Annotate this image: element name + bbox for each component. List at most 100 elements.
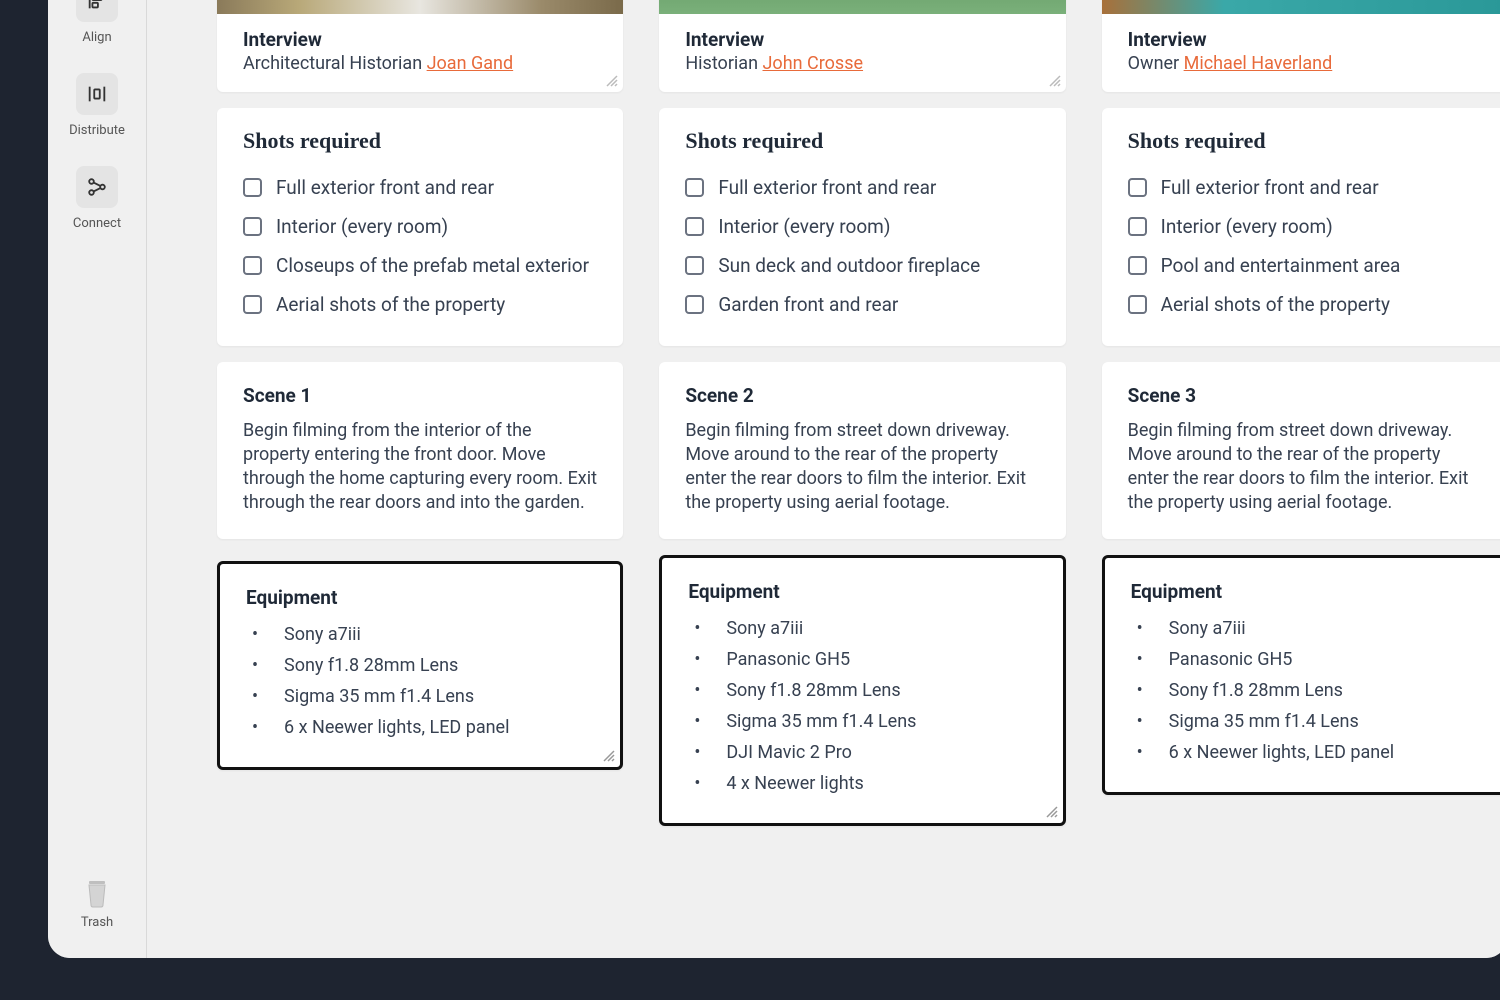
align-label: Align xyxy=(82,30,111,45)
equipment-item: Sony f1.8 28mm Lens xyxy=(1131,675,1479,706)
equipment-card[interactable]: EquipmentSony a7iiiPanasonic GH5Sony f1.… xyxy=(659,555,1065,826)
shots-card[interactable]: Shots required Full exterior front and re… xyxy=(659,108,1065,346)
checkbox[interactable] xyxy=(685,217,704,236)
shot-label: Aerial shots of the property xyxy=(1161,293,1390,316)
resize-handle-icon[interactable] xyxy=(1048,74,1062,88)
checkbox[interactable] xyxy=(1128,256,1147,275)
shot-label: Garden front and rear xyxy=(718,293,898,316)
interview-role: Historian John Crosse xyxy=(685,53,1039,74)
shot-item: Sun deck and outdoor fireplace xyxy=(685,246,1039,285)
shot-item: Closeups of the prefab metal exterior xyxy=(243,246,597,285)
equipment-heading: Equipment xyxy=(1131,580,1479,603)
resize-handle-icon[interactable] xyxy=(605,74,619,88)
checkbox[interactable] xyxy=(1128,178,1147,197)
equipment-item: Sony f1.8 28mm Lens xyxy=(246,650,594,681)
scene-card[interactable]: Scene 1 Begin filming from the interior o… xyxy=(217,362,623,539)
interview-card[interactable]: InterviewOwner Michael Haverland xyxy=(1102,0,1500,92)
connect-tool[interactable]: Connect xyxy=(73,166,121,231)
checkbox[interactable] xyxy=(243,178,262,197)
equipment-item: Sony f1.8 28mm Lens xyxy=(688,675,1036,706)
property-photo xyxy=(659,0,1065,14)
column-1: InterviewArchitectural Historian Joan Ga… xyxy=(217,0,623,826)
checkbox[interactable] xyxy=(243,256,262,275)
scene-card[interactable]: Scene 2 Begin filming from street down dr… xyxy=(659,362,1065,539)
equipment-heading: Equipment xyxy=(246,586,594,609)
checkbox[interactable] xyxy=(1128,295,1147,314)
equipment-heading: Equipment xyxy=(688,580,1036,603)
interviewee-link[interactable]: Joan Gand xyxy=(427,53,514,74)
equipment-item: Panasonic GH5 xyxy=(688,644,1036,675)
shot-item: Pool and entertainment area xyxy=(1128,246,1482,285)
trash-tool[interactable]: Trash xyxy=(48,875,146,930)
equipment-item: Panasonic GH5 xyxy=(1131,644,1479,675)
equipment-item: 6 x Neewer lights, LED panel xyxy=(246,712,594,743)
interview-card[interactable]: InterviewArchitectural Historian Joan Ga… xyxy=(217,0,623,92)
shot-item: Full exterior front and rear xyxy=(243,168,597,207)
toolbar: Align Distribute Connect xyxy=(48,0,146,958)
checkbox[interactable] xyxy=(243,295,262,314)
shot-item: Full exterior front and rear xyxy=(1128,168,1482,207)
equipment-item: Sigma 35 mm f1.4 Lens xyxy=(246,681,594,712)
equipment-card[interactable]: EquipmentSony a7iiiPanasonic GH5Sony f1.… xyxy=(1102,555,1500,795)
connect-icon xyxy=(86,176,108,198)
shot-label: Sun deck and outdoor fireplace xyxy=(718,254,980,277)
shots-heading: Shots required xyxy=(243,128,597,154)
connect-label: Connect xyxy=(73,216,121,231)
equipment-item: 4 x Neewer lights xyxy=(688,768,1036,799)
shot-item: Full exterior front and rear xyxy=(685,168,1039,207)
checkbox[interactable] xyxy=(685,256,704,275)
scene-card[interactable]: Scene 3 Begin filming from street down dr… xyxy=(1102,362,1500,539)
distribute-tool[interactable]: Distribute xyxy=(69,73,125,138)
scene-heading: Scene 1 xyxy=(243,384,597,407)
column-2: InterviewHistorian John Crosse Shots requ… xyxy=(659,0,1065,826)
checkbox[interactable] xyxy=(1128,217,1147,236)
scene-body: Begin filming from street down driveway.… xyxy=(685,419,1039,515)
shot-label: Closeups of the prefab metal exterior xyxy=(276,254,589,277)
shot-label: Full exterior front and rear xyxy=(276,176,494,199)
interview-role: Architectural Historian Joan Gand xyxy=(243,53,597,74)
shot-label: Full exterior front and rear xyxy=(1161,176,1379,199)
checkbox[interactable] xyxy=(685,295,704,314)
equipment-item: 6 x Neewer lights, LED panel xyxy=(1131,737,1479,768)
shot-label: Interior (every room) xyxy=(718,215,890,238)
property-photo xyxy=(1102,0,1500,14)
equipment-item: DJI Mavic 2 Pro xyxy=(688,737,1036,768)
shot-item: Garden front and rear xyxy=(685,285,1039,324)
equipment-item: Sigma 35 mm f1.4 Lens xyxy=(688,706,1036,737)
scene-body: Begin filming from street down driveway.… xyxy=(1128,419,1482,515)
interview-heading: Interview xyxy=(243,28,597,51)
shot-label: Interior (every room) xyxy=(276,215,448,238)
interview-role: Owner Michael Haverland xyxy=(1128,53,1482,74)
shot-item: Interior (every room) xyxy=(243,207,597,246)
scene-body: Begin filming from the interior of the p… xyxy=(243,419,597,515)
distribute-label: Distribute xyxy=(69,123,125,138)
shot-item: Aerial shots of the property xyxy=(243,285,597,324)
shot-item: Interior (every room) xyxy=(685,207,1039,246)
resize-handle-icon[interactable] xyxy=(1045,805,1059,819)
interviewee-link[interactable]: Michael Haverland xyxy=(1184,53,1333,74)
property-photo xyxy=(217,0,623,14)
shots-heading: Shots required xyxy=(685,128,1039,154)
scene-heading: Scene 2 xyxy=(685,384,1039,407)
interview-card[interactable]: InterviewHistorian John Crosse xyxy=(659,0,1065,92)
canvas[interactable]: InterviewArchitectural Historian Joan Ga… xyxy=(147,0,1500,958)
checkbox[interactable] xyxy=(243,217,262,236)
shots-card[interactable]: Shots required Full exterior front and re… xyxy=(1102,108,1500,346)
shot-label: Interior (every room) xyxy=(1161,215,1333,238)
shots-heading: Shots required xyxy=(1128,128,1482,154)
shots-card[interactable]: Shots required Full exterior front and re… xyxy=(217,108,623,346)
equipment-item: Sigma 35 mm f1.4 Lens xyxy=(1131,706,1479,737)
shot-label: Full exterior front and rear xyxy=(718,176,936,199)
checkbox[interactable] xyxy=(685,178,704,197)
scene-heading: Scene 3 xyxy=(1128,384,1482,407)
shot-item: Interior (every room) xyxy=(1128,207,1482,246)
equipment-item: Sony a7iii xyxy=(246,619,594,650)
app-frame: Align Distribute Connect xyxy=(48,0,1500,958)
interviewee-link[interactable]: John Crosse xyxy=(763,53,864,74)
align-tool[interactable]: Align xyxy=(76,0,118,45)
column-3: InterviewOwner Michael Haverland Shots re… xyxy=(1102,0,1500,826)
trash-label: Trash xyxy=(81,915,113,930)
equipment-card[interactable]: Equipment Sony a7iiiSony f1.8 28mm LensSi… xyxy=(217,561,623,770)
resize-handle-icon[interactable] xyxy=(602,749,616,763)
shot-label: Pool and entertainment area xyxy=(1161,254,1401,277)
